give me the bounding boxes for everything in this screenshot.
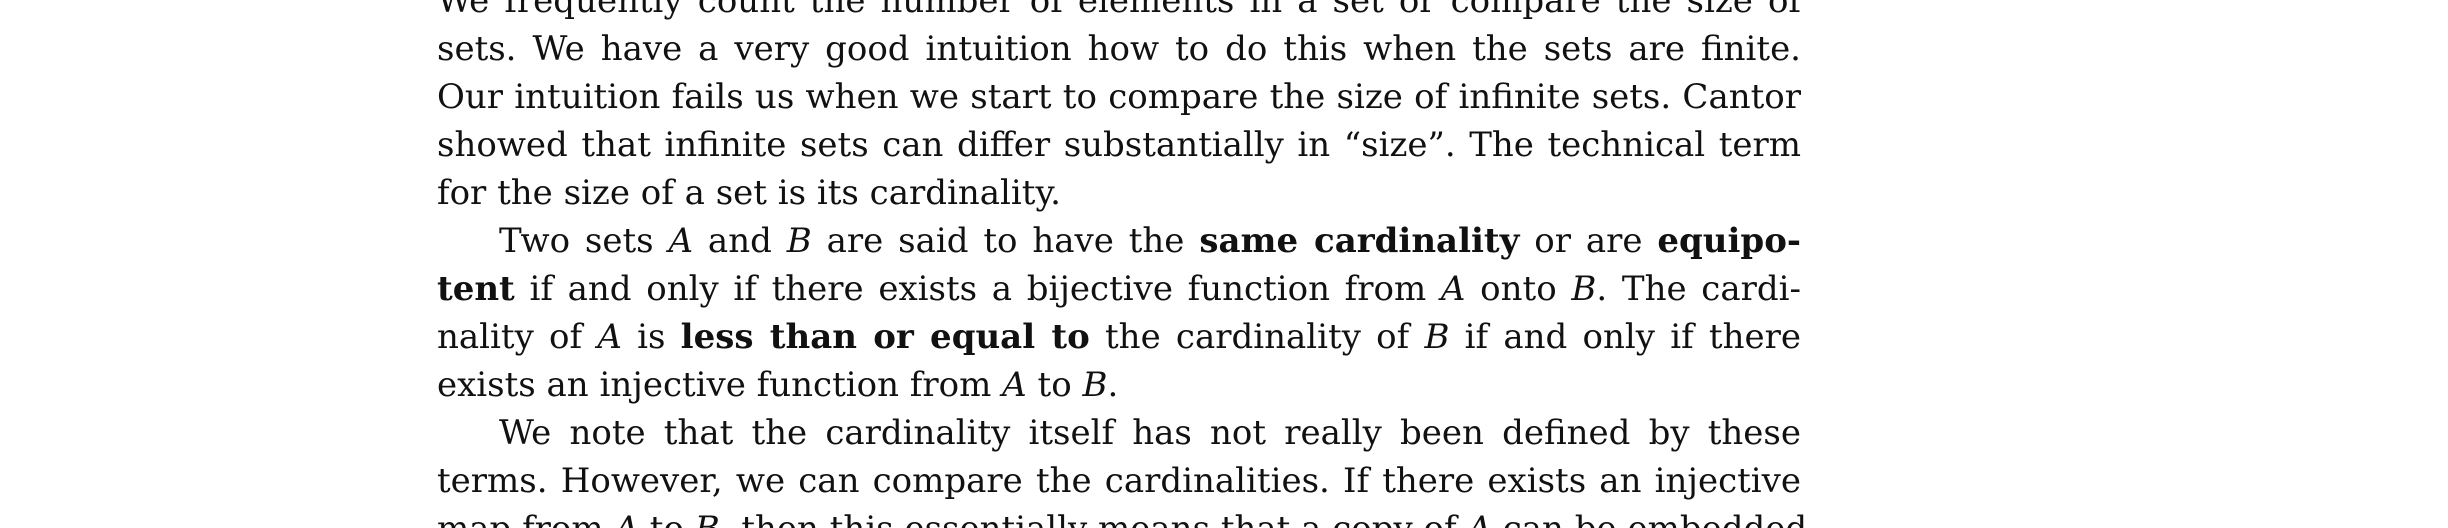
bold-term: same cardinality (1199, 221, 1520, 261)
math-variable: B (1082, 365, 1108, 405)
paragraph-3: We note that the cardinality itself has … (437, 409, 1807, 528)
text-run: terms. However, we can compare the cardi… (437, 461, 1801, 501)
text-line: exists an injective function from A to B… (437, 361, 1801, 409)
math-variable: A (668, 221, 694, 261)
text-column: We frequently count the number of elemen… (437, 0, 1807, 528)
text-line: We frequently count the number of elemen… (437, 0, 1801, 25)
paragraph-2: Two sets A and B are said to have the sa… (437, 217, 1801, 409)
math-variable: A (1002, 365, 1027, 405)
text-run: the cardinality of (1089, 317, 1425, 357)
text-run: onto (1465, 269, 1572, 309)
text-line: terms. However, we can compare the cardi… (437, 457, 1801, 505)
math-variable: B (695, 509, 720, 528)
text-run: for the size of a set is its cardinality… (437, 173, 1061, 213)
text-run: are said to have the (811, 221, 1200, 261)
bold-term: equipo- (1657, 221, 1801, 261)
document-page: We frequently count the number of elemen… (0, 0, 2448, 528)
text-run: showed that infinite sets can differ sub… (437, 125, 1801, 165)
bold-term: less than or equal to (680, 317, 1090, 357)
math-variable: A (614, 509, 639, 528)
text-line: We note that the cardinality itself has … (437, 409, 1801, 457)
paragraph-1: We frequently count the number of elemen… (437, 0, 1801, 217)
math-variable: B (1571, 269, 1597, 309)
bold-term: tent (437, 269, 515, 309)
math-variable: A (1440, 269, 1466, 309)
text-line: tent if and only if there exists a bijec… (437, 265, 1801, 313)
text-run: to (1026, 365, 1083, 405)
math-variable: A (1467, 509, 1492, 528)
text-run: nality of (437, 317, 598, 357)
math-variable: A (597, 317, 622, 357)
text-run: can be embedded (1492, 509, 1807, 528)
text-run: map from (437, 509, 614, 528)
text-run: We note that the cardinality itself has … (499, 413, 1801, 453)
text-run: and (693, 221, 787, 261)
math-variable: B (1424, 317, 1450, 357)
text-run: if and only if there exists a bijective … (514, 269, 1441, 309)
text-line: sets. We have a very good intuition how … (437, 25, 1801, 73)
text-line: Our intuition fails us when we start to … (437, 73, 1801, 121)
text-run: exists an injective function from (437, 365, 1003, 405)
text-line: Two sets A and B are said to have the sa… (437, 217, 1801, 265)
text-run: Our intuition fails us when we start to … (437, 77, 1801, 117)
text-run: or are (1519, 221, 1658, 261)
text-line: for the size of a set is its cardinality… (437, 169, 1801, 217)
text-line: map from A to B, then this essentially m… (437, 505, 1807, 528)
text-run: if and only if there (1449, 317, 1801, 357)
text-run: Two sets (499, 221, 669, 261)
text-run: , then this essentially means that a cop… (720, 509, 1468, 528)
text-run: is (621, 317, 681, 357)
text-line: showed that infinite sets can differ sub… (437, 121, 1801, 169)
text-run: We frequently count the number of elemen… (437, 0, 1801, 21)
math-variable: B (786, 221, 812, 261)
text-run: sets. We have a very good intuition how … (437, 29, 1801, 69)
text-run: . (1107, 365, 1119, 405)
text-run: to (639, 509, 695, 528)
text-run: . The cardi- (1596, 269, 1801, 309)
text-line: nality of A is less than or equal to the… (437, 313, 1801, 361)
